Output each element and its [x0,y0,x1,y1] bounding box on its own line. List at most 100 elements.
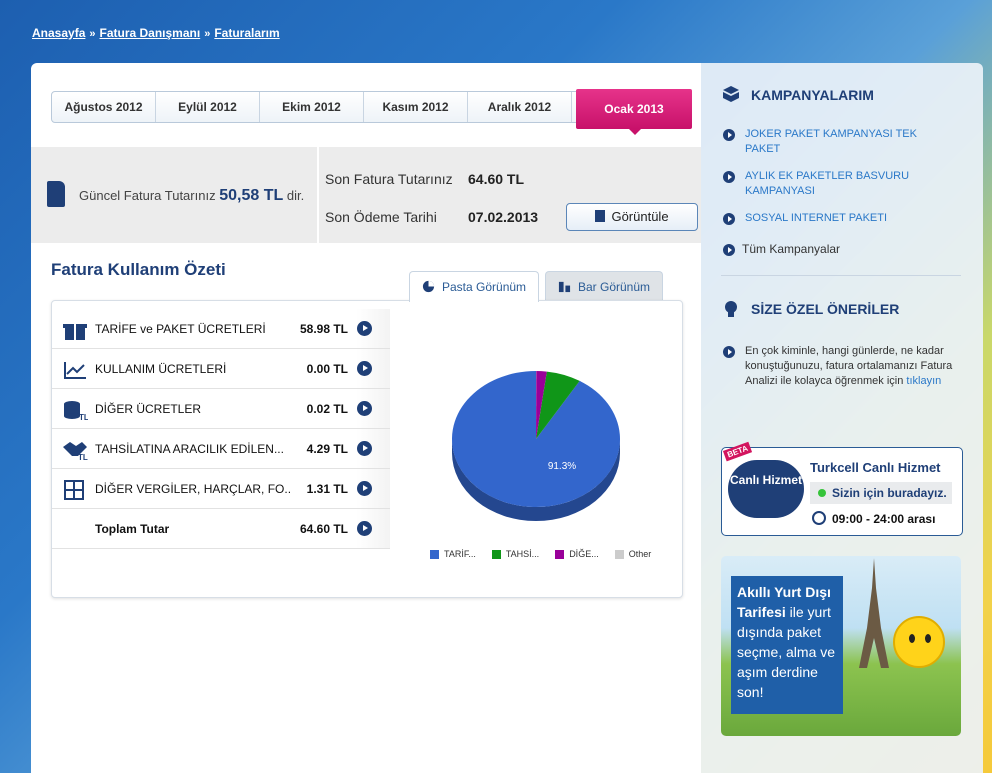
campaign-link-1[interactable]: JOKER PAKET KAMPANYASI TEK PAKET [745,127,955,157]
lightbulb-icon [725,301,737,317]
usage-pie-chart: 91.3% [452,371,620,521]
live-support-title: Turkcell Canlı Hizmet [810,460,941,475]
due-date-label: Son Ödeme Tarihi [325,209,437,225]
invoice-summary: Güncel Fatura Tutarınız 50,58 TL dir. So… [31,147,701,243]
view-invoice-button[interactable]: Görüntüle [566,203,698,231]
handshake-icon: TL [63,442,88,461]
usage-summary-title: Fatura Kullanım Özeti [51,260,226,279]
last-invoice-value: 64.60 TL [468,171,525,187]
live-support-bubble: Canlı Hizmet [728,460,804,518]
usage-row-label: DİĞER ÜCRETLER [95,402,202,416]
divider [721,275,961,276]
tab-pie-view[interactable]: Pasta Görünüm [409,271,539,302]
line-chart-icon [64,362,86,379]
usage-row-value: 58.98 TL [299,322,348,336]
offer-text: En çok kiminle, hangi günlerde, ne kadar… [745,344,957,389]
bar-chart-icon [558,281,571,293]
last-invoice-label: Son Fatura Tutarınız [325,171,453,187]
usage-row-total[interactable]: Toplam Tutar 64.60 TL [52,509,390,549]
arrow-right-icon[interactable] [357,441,372,456]
usage-row-tariff[interactable]: TARİFE ve PAKET ÜCRETLERİ 58.98 TL [52,309,390,349]
arrow-right-icon[interactable] [357,401,372,416]
usage-row-label: Toplam Tutar [95,522,170,536]
breadcrumb-home-link[interactable]: Anasayfa [32,26,85,40]
view-invoice-label: Görüntüle [611,209,669,224]
legend-label: Other [628,549,652,559]
tab-month-oct-2012[interactable]: Ekim 2012 [260,92,364,122]
campaign-link-2[interactable]: AYLIK EK PAKETLER BASVURU KAMPANYASI [745,169,955,199]
pie-data-label: 91.3% [548,461,576,472]
legend-swatch [430,549,439,559]
tab-month-nov-2012[interactable]: Kasım 2012 [364,92,468,122]
main-panel: Ağustos 2012 Eylül 2012 Ekim 2012 Kasım … [31,63,701,773]
usage-row-taxes[interactable]: DİĞER VERGİLER, HARÇLAR, FO... 1.31 TL [52,469,390,509]
arrow-right-icon[interactable] [357,481,372,496]
legend-label: DİĞE... [569,549,599,559]
usage-row-usage[interactable]: KULLANIM ÜCRETLERİ 0.00 TL [52,349,390,389]
online-dot-icon [818,489,826,497]
arrow-right-icon[interactable] [357,361,372,376]
calculator-icon [64,480,84,500]
campaign-link-3[interactable]: SOSYAL INTERNET PAKETI [745,211,955,226]
offer-click-link[interactable]: tıklayın [906,375,941,387]
roaming-tariff-banner[interactable]: Akıllı Yurt Dışı Tarifesi ile yurt dışın… [721,556,961,736]
breadcrumb-separator: » [89,28,96,40]
legend-item: TAHSİ... [491,549,540,559]
gift-icon [63,324,87,340]
all-campaigns-link[interactable]: Tüm Kampanyalar [742,242,840,256]
live-support-status: Sizin için buradayız. [810,482,952,504]
usage-row-value: 0.02 TL [306,402,348,416]
clock-icon [812,511,826,525]
live-support-bubble-text: Canlı Hizmet [729,473,802,487]
bullet-arrow-icon [723,213,735,225]
usage-list: TARİFE ve PAKET ÜCRETLERİ 58.98 TL KULLA… [52,309,390,549]
current-invoice-suffix: dir. [286,188,305,203]
legend-swatch [555,549,565,559]
live-support-hours: 09:00 - 24:00 arası [832,512,936,526]
breadcrumb-invoices-link[interactable]: Faturalarım [214,26,279,40]
legend-item: Other [614,549,652,559]
box-icon [723,86,739,102]
usage-row-collection[interactable]: TL TAHSİLATINA ARACILIK EDİLEN... 4.29 T… [52,429,390,469]
bullet-arrow-icon [723,171,735,183]
tab-month-jan-2013-active[interactable]: Ocak 2013 [576,89,692,135]
tab-bar-label: Bar Görünüm [578,280,651,294]
tab-bar-view[interactable]: Bar Görünüm [545,271,663,301]
live-support-widget[interactable]: Canlı Hizmet BETA Turkcell Canlı Hizmet … [721,441,963,536]
arrow-right-icon[interactable] [357,321,372,336]
bullet-arrow-icon [723,244,735,256]
breadcrumb: Anasayfa» Fatura Danışmanı» Faturalarım [32,26,280,40]
bullet-arrow-icon [723,346,735,358]
arrow-right-icon[interactable] [357,521,372,536]
current-invoice-label: Güncel Fatura Tutarınız [79,188,216,203]
tab-month-aug-2012[interactable]: Ağustos 2012 [52,92,156,122]
eiffel-tower-icon [859,558,889,668]
usage-row-other-fees[interactable]: TL DİĞER ÜCRETLER 0.02 TL [52,389,390,429]
pdf-icon [595,210,606,222]
tab-month-dec-2012[interactable]: Aralık 2012 [468,92,572,122]
promo-text-box: Akıllı Yurt Dışı Tarifesi ile yurt dışın… [731,576,843,714]
divider [317,147,319,243]
document-icon [47,181,65,207]
due-date-value: 07.02.2013 [468,209,539,225]
live-support-status-text: Sizin için buradayız. [832,486,947,500]
sidebar: KAMPANYALARIM JOKER PAKET KAMPANYASI TEK… [701,63,983,773]
svg-text:TL: TL [78,453,88,461]
offers-title: SİZE ÖZEL ÖNERİLER [751,301,900,317]
bullet-arrow-icon [723,129,735,141]
legend-item: TARİF... [430,549,476,559]
legend-label: TARİF... [444,549,476,559]
legend-label: TAHSİ... [505,549,540,559]
campaigns-title: KAMPANYALARIM [751,87,874,103]
pie-chart-icon [422,280,435,293]
current-invoice-text: Güncel Fatura Tutarınız 50,58 TL dir. [79,187,304,205]
svg-text:TL: TL [79,413,88,421]
breadcrumb-advisor-link[interactable]: Fatura Danışmanı [100,26,201,40]
tab-month-sep-2012[interactable]: Eylül 2012 [156,92,260,122]
usage-row-label: TAHSİLATINA ARACILIK EDİLEN... [95,442,284,456]
beta-badge: BETA [722,441,753,462]
legend-swatch [491,549,501,559]
usage-panel: TARİFE ve PAKET ÜCRETLERİ 58.98 TL KULLA… [51,300,683,598]
smiley-icon [893,616,945,668]
legend-swatch [614,549,624,559]
